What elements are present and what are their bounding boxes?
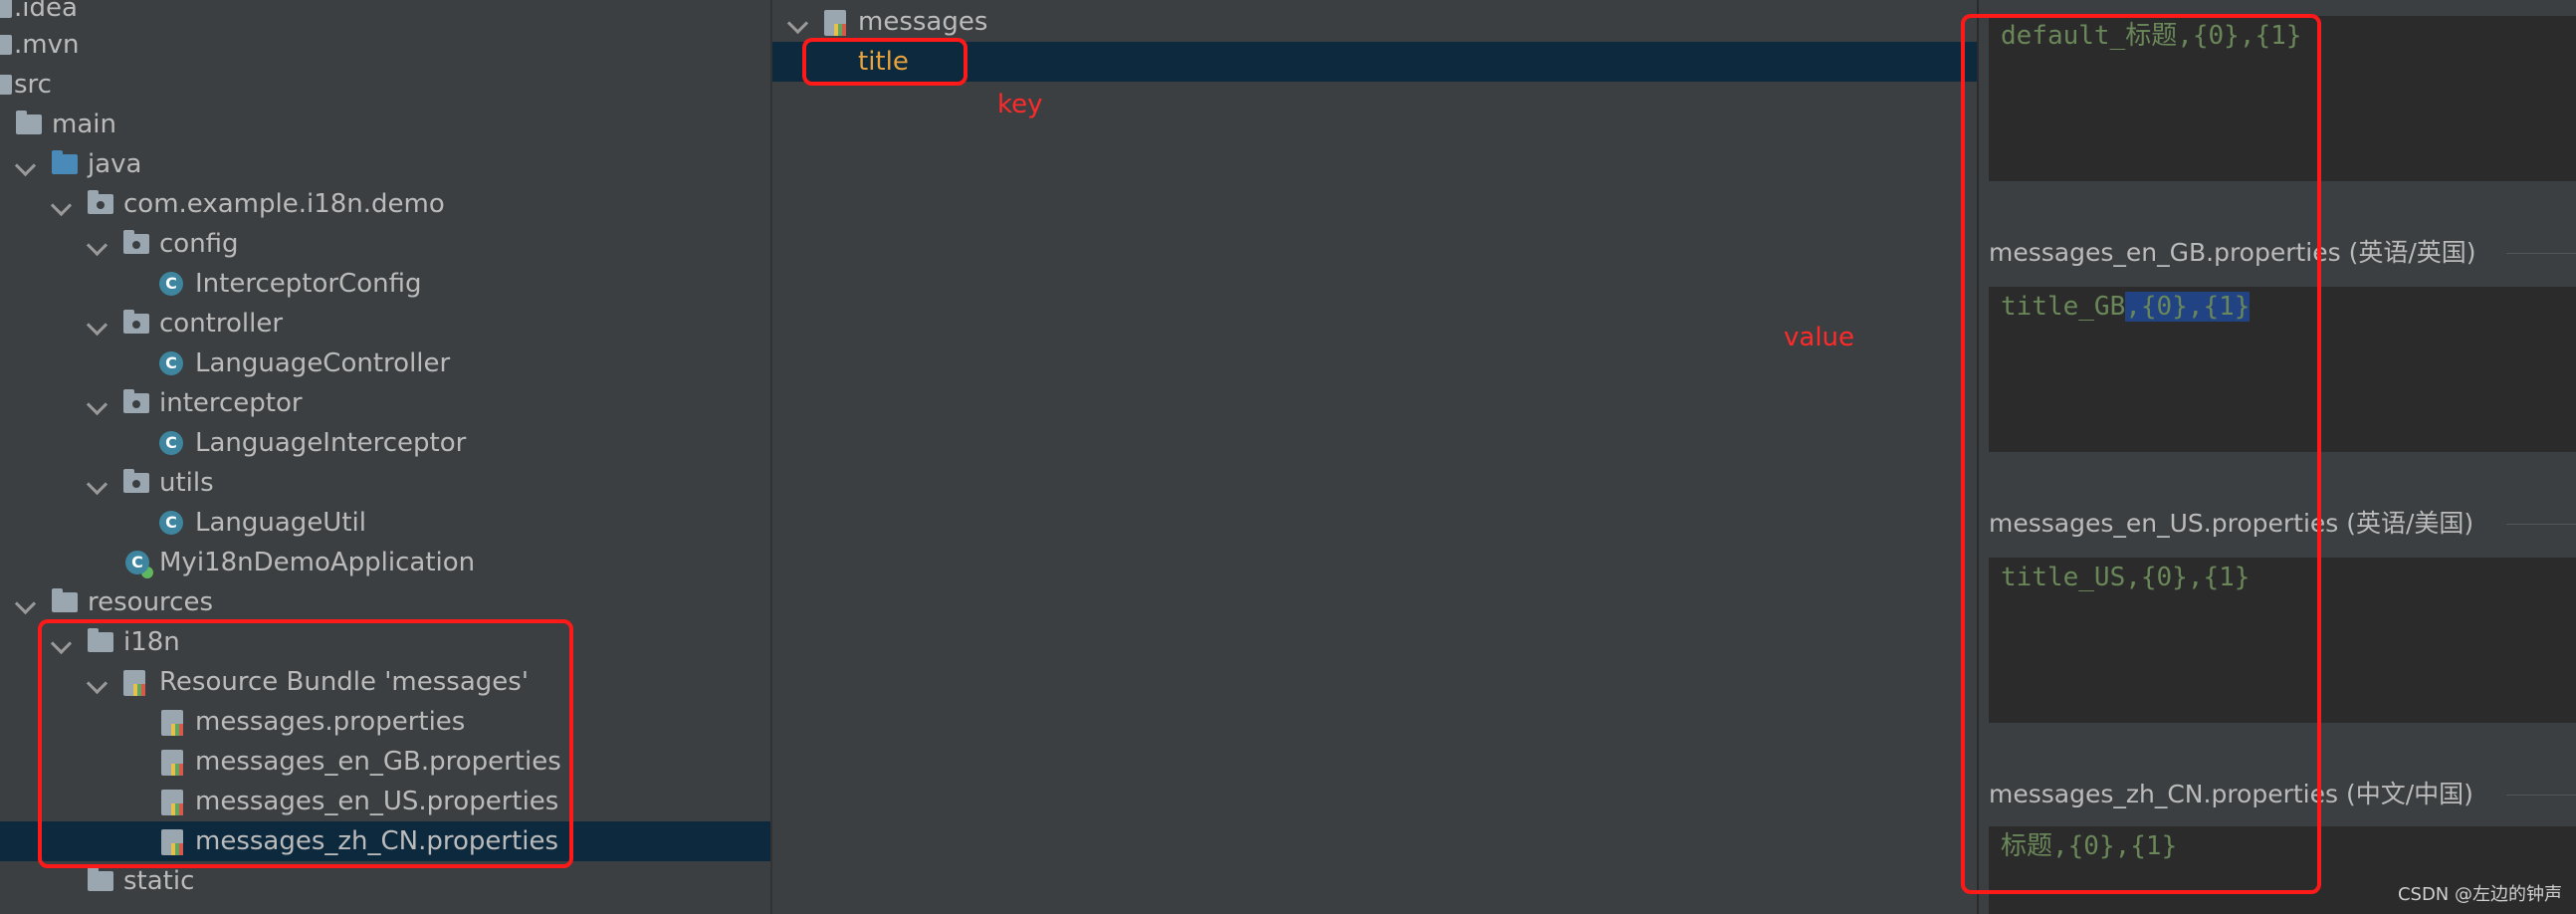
tree-item-label: src	[14, 70, 52, 100]
tree-item-controller[interactable]: controller	[0, 304, 770, 343]
package-icon	[123, 469, 149, 493]
tree-item-interceptor[interactable]: interceptor	[0, 383, 770, 423]
tree-item-utils[interactable]: utils	[0, 463, 770, 503]
tree-item-package-root[interactable]: com.example.i18n.demo	[0, 184, 770, 224]
annotation-key-label: key	[997, 90, 1043, 119]
bundle-keys-panel: messages title key value	[772, 0, 1977, 914]
tree-item-idea[interactable]: .idea	[0, 0, 770, 28]
tree-item-src[interactable]: src	[0, 65, 770, 105]
tree-item-resources[interactable]: resources	[0, 582, 770, 622]
bundle-root-row[interactable]: messages	[772, 2, 1977, 42]
chevron-down-icon[interactable]	[86, 393, 108, 416]
bundle-root-label: messages	[858, 7, 988, 37]
class-icon: C	[159, 431, 183, 455]
tree-item-label: utils	[159, 468, 214, 498]
header-divider	[2506, 524, 2576, 525]
header-divider	[2506, 795, 2576, 796]
header-divider	[2506, 253, 2576, 254]
watermark: CSDN @左边的钟声	[2397, 884, 2562, 905]
project-tree-panel: .idea .mvn src main java com.example.i18…	[0, 0, 770, 914]
tree-item-main[interactable]: main	[0, 105, 770, 144]
folder-icon	[0, 35, 12, 55]
tree-item-interceptorconfig[interactable]: C InterceptorConfig	[0, 264, 770, 304]
tree-item-languageinterceptor[interactable]: C LanguageInterceptor	[0, 423, 770, 463]
package-icon	[123, 230, 149, 254]
tree-item-label: LanguageInterceptor	[195, 428, 467, 458]
class-icon: C	[159, 351, 183, 375]
tree-item-languageutil[interactable]: C LanguageUtil	[0, 503, 770, 543]
value-editors-panel: default_标题,{0},{1} messages_en_GB.proper…	[1961, 0, 2576, 914]
tree-item-label: interceptor	[159, 388, 303, 418]
tree-item-label: LanguageUtil	[195, 508, 366, 538]
tree-item-label: controller	[159, 309, 284, 339]
tree-item-label: Myi18nDemoApplication	[159, 548, 476, 577]
annotation-box-key	[802, 38, 967, 86]
folder-icon	[0, 75, 12, 95]
tree-item-label: main	[52, 110, 116, 139]
tree-item-label: java	[88, 149, 142, 179]
annotation-box-values	[1961, 14, 2321, 894]
package-icon	[88, 190, 113, 214]
chevron-down-icon[interactable]	[86, 314, 108, 337]
tree-item-mvn[interactable]: .mvn	[0, 25, 770, 65]
tree-item-label: com.example.i18n.demo	[123, 189, 445, 219]
tree-item-java[interactable]: java	[0, 144, 770, 184]
chevron-down-icon[interactable]	[86, 473, 108, 496]
spring-app-class-icon: C	[125, 551, 149, 574]
resource-bundle-icon	[824, 10, 846, 36]
tree-item-languagecontroller[interactable]: C LanguageController	[0, 343, 770, 383]
tree-item-label: .idea	[14, 0, 78, 23]
package-icon	[123, 310, 149, 334]
folder-icon	[0, 0, 12, 18]
chevron-down-icon[interactable]	[86, 234, 108, 257]
class-icon: C	[159, 511, 183, 535]
tree-item-label: .mvn	[14, 30, 80, 60]
tree-item-application[interactable]: C Myi18nDemoApplication	[0, 543, 770, 582]
folder-icon	[88, 867, 113, 891]
chevron-down-icon[interactable]	[50, 194, 73, 217]
class-icon: C	[159, 272, 183, 296]
tree-item-config[interactable]: config	[0, 224, 770, 264]
chevron-down-icon[interactable]	[14, 154, 37, 177]
source-folder-icon	[52, 150, 78, 174]
annotation-box-bundle-files	[38, 619, 573, 868]
annotation-value-label: value	[1784, 323, 1855, 352]
resources-folder-icon	[52, 588, 78, 612]
package-icon	[123, 389, 149, 413]
chevron-down-icon[interactable]	[786, 12, 809, 35]
folder-icon	[16, 111, 42, 134]
tree-item-label: resources	[88, 587, 214, 617]
tree-item-label: InterceptorConfig	[195, 269, 422, 299]
chevron-down-icon[interactable]	[14, 592, 37, 615]
tree-item-label: LanguageController	[195, 348, 451, 378]
tree-item-label: config	[159, 229, 239, 259]
